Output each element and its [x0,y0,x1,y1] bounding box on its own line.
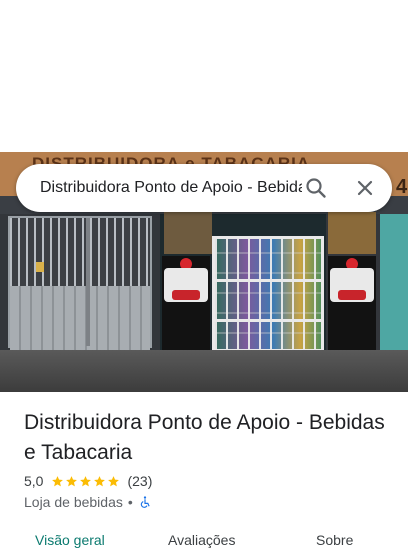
star-icon [94,475,106,486]
star-icon [80,475,92,486]
search-icon[interactable] [302,174,330,202]
rating-value: 5,0 [24,473,44,489]
rating-row[interactable]: 5,0 (23) [24,472,152,490]
review-count[interactable]: (23) [127,473,152,489]
star-icon [108,475,120,486]
star-rating [51,475,121,488]
gate-lock [36,262,44,272]
left-gate [8,216,152,350]
place-category: Loja de bebidas [24,494,123,510]
gate-bars [10,218,150,286]
category-row: Loja de bebidas • [24,493,152,511]
wheelchair-icon [140,495,150,508]
small-poster [164,212,212,254]
gate-rail [215,279,321,282]
close-icon[interactable] [351,174,379,202]
star-icon [52,475,64,486]
store-logo [330,268,374,302]
store-logo [164,268,208,302]
store-poster [162,255,210,356]
place-tabs: Visão geral Avaliações Sobre [0,528,408,548]
gate-rail [215,319,321,322]
search-input[interactable]: Distribuidora Ponto de Apoio - Bebidas e… [40,178,302,198]
small-poster [328,212,376,254]
tab-reviews[interactable]: Avaliações [168,532,235,548]
tab-overview[interactable]: Visão geral [35,532,105,548]
blank-header-area [0,0,408,152]
sidewalk [0,350,408,392]
entrance-gate [212,236,324,352]
gate-divider [86,218,90,346]
store-poster [328,255,376,356]
search-bar[interactable]: Distribuidora Ponto de Apoio - Bebidas e… [16,164,392,212]
place-title: Distribuidora Ponto de Apoio - Bebidas e… [24,411,385,464]
side-wall [380,214,408,354]
tab-about[interactable]: Sobre [316,532,353,548]
star-icon [66,475,78,486]
separator: • [127,494,133,510]
gate-panels [10,286,150,350]
